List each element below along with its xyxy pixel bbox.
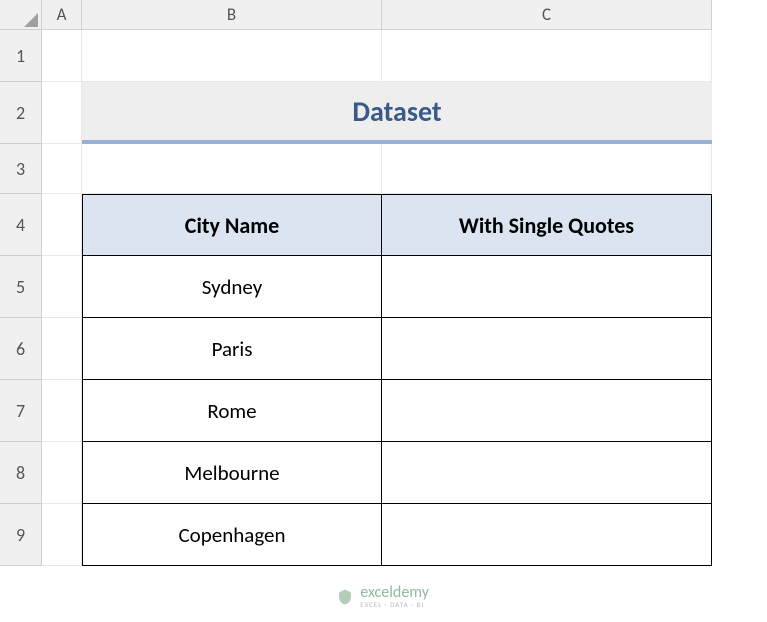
cell-a1[interactable] [42,30,82,82]
row-header-4[interactable]: 4 [0,194,42,256]
watermark-main: exceldemy [360,585,429,601]
title-cell[interactable]: Dataset [82,82,712,144]
cell-a2[interactable] [42,82,82,144]
cell-b5[interactable]: Sydney [82,256,382,318]
cell-c7[interactable] [382,380,712,442]
watermark-icon [336,588,354,606]
table-header-singlequotes[interactable]: With Single Quotes [382,194,712,256]
watermark-text: exceldemy EXCEL · DATA · BI [360,585,429,608]
cell-a6[interactable] [42,318,82,380]
row-header-9[interactable]: 9 [0,504,42,566]
cell-c1[interactable] [382,30,712,82]
select-all-corner[interactable] [0,0,42,30]
cell-a8[interactable] [42,442,82,504]
cell-c6[interactable] [382,318,712,380]
col-header-a[interactable]: A [42,0,82,30]
watermark: exceldemy EXCEL · DATA · BI [336,585,429,608]
cell-b1[interactable] [82,30,382,82]
row-header-7[interactable]: 7 [0,380,42,442]
row-header-3[interactable]: 3 [0,144,42,194]
cell-a7[interactable] [42,380,82,442]
row-header-1[interactable]: 1 [0,30,42,82]
cell-a4[interactable] [42,194,82,256]
cell-a5[interactable] [42,256,82,318]
watermark-sub: EXCEL · DATA · BI [360,601,429,608]
cell-c5[interactable] [382,256,712,318]
cell-b9[interactable]: Copenhagen [82,504,382,566]
cell-c9[interactable] [382,504,712,566]
col-header-c[interactable]: C [382,0,712,30]
cell-b7[interactable]: Rome [82,380,382,442]
col-header-b[interactable]: B [82,0,382,30]
cell-a9[interactable] [42,504,82,566]
cell-b8[interactable]: Melbourne [82,442,382,504]
row-header-2[interactable]: 2 [0,82,42,144]
cell-b3[interactable] [82,144,382,194]
spreadsheet-grid: A B C 1 2 Dataset 3 4 City Name With Sin… [0,0,767,566]
row-header-6[interactable]: 6 [0,318,42,380]
cell-c8[interactable] [382,442,712,504]
cell-b6[interactable]: Paris [82,318,382,380]
table-header-cityname[interactable]: City Name [82,194,382,256]
row-header-5[interactable]: 5 [0,256,42,318]
cell-a3[interactable] [42,144,82,194]
row-header-8[interactable]: 8 [0,442,42,504]
cell-c3[interactable] [382,144,712,194]
